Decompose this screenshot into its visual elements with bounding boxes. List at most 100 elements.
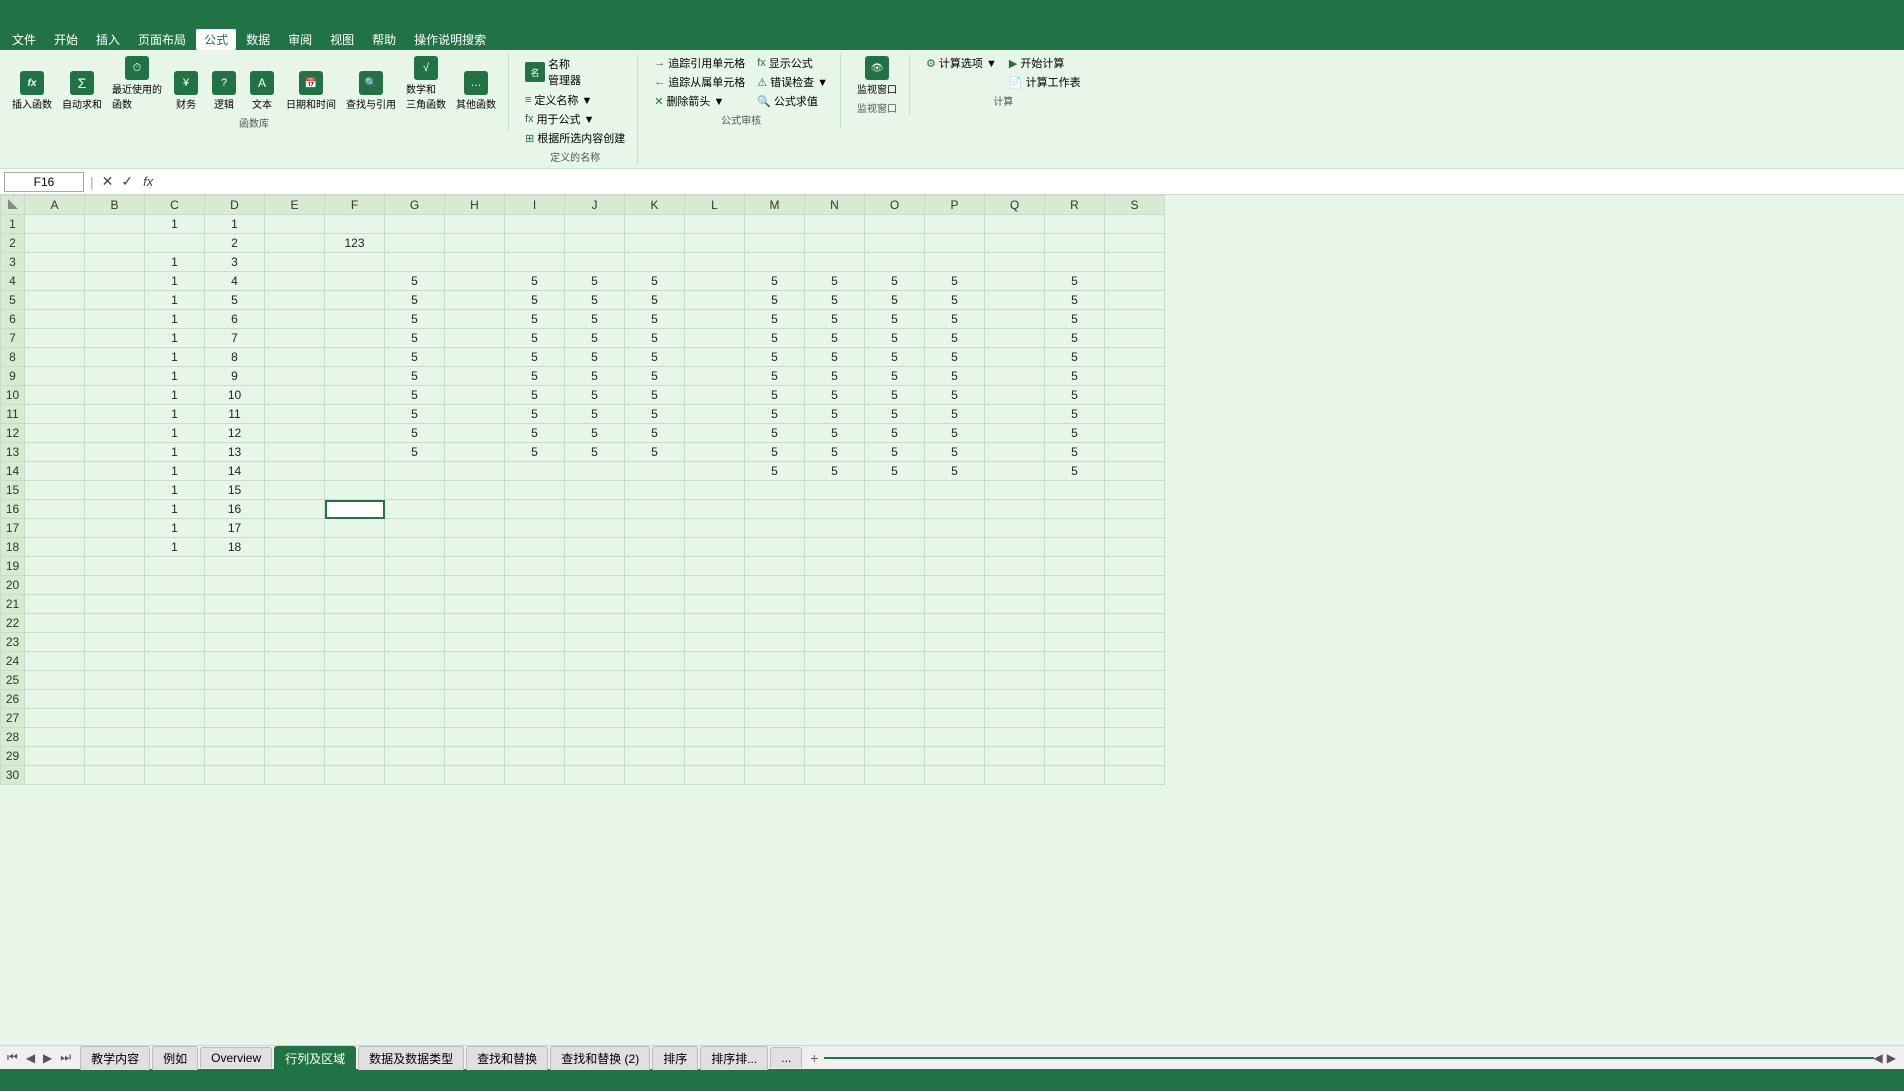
cell-F18[interactable] bbox=[325, 538, 385, 557]
cell-C25[interactable] bbox=[145, 671, 205, 690]
cell-C29[interactable] bbox=[145, 747, 205, 766]
cell-J2[interactable] bbox=[565, 234, 625, 253]
cell-C18[interactable]: 1 bbox=[145, 538, 205, 557]
cell-A26[interactable] bbox=[25, 690, 85, 709]
cell-K17[interactable] bbox=[625, 519, 685, 538]
cell-P30[interactable] bbox=[925, 766, 985, 785]
cell-K20[interactable] bbox=[625, 576, 685, 595]
logic-button[interactable]: ? 逻辑 bbox=[206, 69, 242, 113]
cell-K24[interactable] bbox=[625, 652, 685, 671]
cell-G29[interactable] bbox=[385, 747, 445, 766]
cell-I19[interactable] bbox=[505, 557, 565, 576]
cell-L28[interactable] bbox=[685, 728, 745, 747]
evaluate-formula-button[interactable]: 🔍 公式求值 bbox=[753, 92, 832, 110]
cell-N3[interactable] bbox=[805, 253, 865, 272]
cell-B5[interactable] bbox=[85, 291, 145, 310]
cell-N6[interactable]: 5 bbox=[805, 310, 865, 329]
cell-C15[interactable]: 1 bbox=[145, 481, 205, 500]
cell-D26[interactable] bbox=[205, 690, 265, 709]
cell-D20[interactable] bbox=[205, 576, 265, 595]
cell-K7[interactable]: 5 bbox=[625, 329, 685, 348]
cell-J23[interactable] bbox=[565, 633, 625, 652]
cell-R24[interactable] bbox=[1045, 652, 1105, 671]
cell-G30[interactable] bbox=[385, 766, 445, 785]
cell-J4[interactable]: 5 bbox=[565, 272, 625, 291]
cell-N2[interactable] bbox=[805, 234, 865, 253]
cell-S17[interactable] bbox=[1105, 519, 1165, 538]
cell-O25[interactable] bbox=[865, 671, 925, 690]
sheet-tab-Overview[interactable]: Overview bbox=[200, 1047, 272, 1068]
cell-Q11[interactable] bbox=[985, 405, 1045, 424]
cell-F27[interactable] bbox=[325, 709, 385, 728]
cell-A30[interactable] bbox=[25, 766, 85, 785]
cell-D29[interactable] bbox=[205, 747, 265, 766]
cell-L19[interactable] bbox=[685, 557, 745, 576]
cell-I12[interactable]: 5 bbox=[505, 424, 565, 443]
cell-B12[interactable] bbox=[85, 424, 145, 443]
cell-S14[interactable] bbox=[1105, 462, 1165, 481]
cell-C5[interactable]: 1 bbox=[145, 291, 205, 310]
cell-P7[interactable]: 5 bbox=[925, 329, 985, 348]
cell-M16[interactable] bbox=[745, 500, 805, 519]
cell-I6[interactable]: 5 bbox=[505, 310, 565, 329]
cell-S18[interactable] bbox=[1105, 538, 1165, 557]
cell-M15[interactable] bbox=[745, 481, 805, 500]
cell-E5[interactable] bbox=[265, 291, 325, 310]
cell-G4[interactable]: 5 bbox=[385, 272, 445, 291]
cell-K25[interactable] bbox=[625, 671, 685, 690]
cell-A11[interactable] bbox=[25, 405, 85, 424]
cell-J18[interactable] bbox=[565, 538, 625, 557]
cell-S6[interactable] bbox=[1105, 310, 1165, 329]
cell-P10[interactable]: 5 bbox=[925, 386, 985, 405]
cell-A3[interactable] bbox=[25, 253, 85, 272]
cell-L24[interactable] bbox=[685, 652, 745, 671]
cell-I10[interactable]: 5 bbox=[505, 386, 565, 405]
cell-P28[interactable] bbox=[925, 728, 985, 747]
row-header-5[interactable]: 5 bbox=[1, 291, 25, 310]
show-formulas-button[interactable]: fx 显示公式 bbox=[753, 54, 832, 72]
cell-K14[interactable] bbox=[625, 462, 685, 481]
cell-B30[interactable] bbox=[85, 766, 145, 785]
cell-Q20[interactable] bbox=[985, 576, 1045, 595]
col-header-M[interactable]: M bbox=[745, 196, 805, 215]
cell-M3[interactable] bbox=[745, 253, 805, 272]
cell-M11[interactable]: 5 bbox=[745, 405, 805, 424]
cell-A28[interactable] bbox=[25, 728, 85, 747]
row-header-15[interactable]: 15 bbox=[1, 481, 25, 500]
cell-Q21[interactable] bbox=[985, 595, 1045, 614]
cell-R15[interactable] bbox=[1045, 481, 1105, 500]
cell-L12[interactable] bbox=[685, 424, 745, 443]
row-header-12[interactable]: 12 bbox=[1, 424, 25, 443]
col-header-I[interactable]: I bbox=[505, 196, 565, 215]
cell-E20[interactable] bbox=[265, 576, 325, 595]
cell-R16[interactable] bbox=[1045, 500, 1105, 519]
cell-S20[interactable] bbox=[1105, 576, 1165, 595]
col-header-O[interactable]: O bbox=[865, 196, 925, 215]
cell-P16[interactable] bbox=[925, 500, 985, 519]
cell-J8[interactable]: 5 bbox=[565, 348, 625, 367]
cell-M19[interactable] bbox=[745, 557, 805, 576]
cell-S12[interactable] bbox=[1105, 424, 1165, 443]
cell-B2[interactable] bbox=[85, 234, 145, 253]
cell-R13[interactable]: 5 bbox=[1045, 443, 1105, 462]
cell-B16[interactable] bbox=[85, 500, 145, 519]
cell-E29[interactable] bbox=[265, 747, 325, 766]
cell-Q9[interactable] bbox=[985, 367, 1045, 386]
cell-C30[interactable] bbox=[145, 766, 205, 785]
col-header-K[interactable]: K bbox=[625, 196, 685, 215]
cell-L20[interactable] bbox=[685, 576, 745, 595]
menu-item-4[interactable]: 公式 bbox=[196, 29, 236, 50]
col-header-F[interactable]: F bbox=[325, 196, 385, 215]
cell-O5[interactable]: 5 bbox=[865, 291, 925, 310]
cell-B28[interactable] bbox=[85, 728, 145, 747]
cell-F29[interactable] bbox=[325, 747, 385, 766]
cell-E19[interactable] bbox=[265, 557, 325, 576]
cell-D13[interactable]: 13 bbox=[205, 443, 265, 462]
cell-K19[interactable] bbox=[625, 557, 685, 576]
cell-I29[interactable] bbox=[505, 747, 565, 766]
cell-E11[interactable] bbox=[265, 405, 325, 424]
cell-G14[interactable] bbox=[385, 462, 445, 481]
cell-A16[interactable] bbox=[25, 500, 85, 519]
cell-R8[interactable]: 5 bbox=[1045, 348, 1105, 367]
cell-B1[interactable] bbox=[85, 215, 145, 234]
